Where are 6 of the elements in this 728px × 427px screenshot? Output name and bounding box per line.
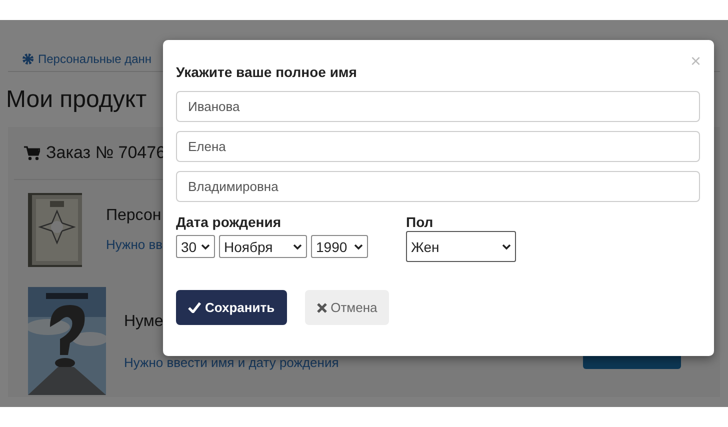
- product-title: Нуме: [124, 312, 164, 330]
- birth-date-label: Дата рождения: [176, 214, 282, 230]
- page-heading: Мои продукт: [6, 86, 147, 114]
- gender-label: Пол: [406, 214, 434, 230]
- product-title: Персон: [106, 206, 162, 224]
- dialog-title: Укажите ваше полное имя: [176, 64, 358, 80]
